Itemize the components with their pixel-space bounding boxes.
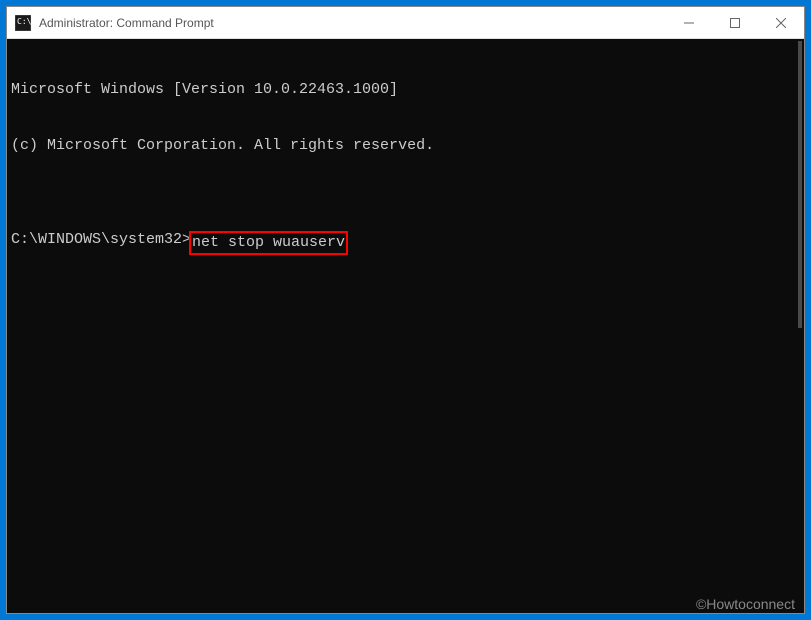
window-controls	[666, 7, 804, 38]
terminal-prompt: C:\WINDOWS\system32>	[11, 231, 191, 250]
highlighted-command: net stop wuauserv	[189, 231, 348, 256]
minimize-button[interactable]	[666, 7, 712, 38]
svg-text:C:\: C:\	[17, 17, 31, 26]
terminal-area[interactable]: Microsoft Windows [Version 10.0.22463.10…	[7, 39, 804, 613]
terminal-output-line: Microsoft Windows [Version 10.0.22463.10…	[11, 81, 798, 100]
maximize-button[interactable]	[712, 7, 758, 38]
scrollbar-thumb[interactable]	[798, 41, 802, 328]
cmd-icon: C:\	[15, 15, 31, 31]
close-button[interactable]	[758, 7, 804, 38]
command-prompt-window: C:\ Administrator: Command Prompt Micros…	[6, 6, 805, 614]
terminal-output-line: (c) Microsoft Corporation. All rights re…	[11, 137, 798, 156]
terminal-scrollbar[interactable]	[788, 39, 804, 613]
terminal-prompt-line: C:\WINDOWS\system32>net stop wuauserv	[11, 231, 798, 256]
titlebar[interactable]: C:\ Administrator: Command Prompt	[7, 7, 804, 39]
window-title: Administrator: Command Prompt	[39, 16, 666, 30]
terminal-command-text: net stop wuauserv	[192, 234, 345, 251]
